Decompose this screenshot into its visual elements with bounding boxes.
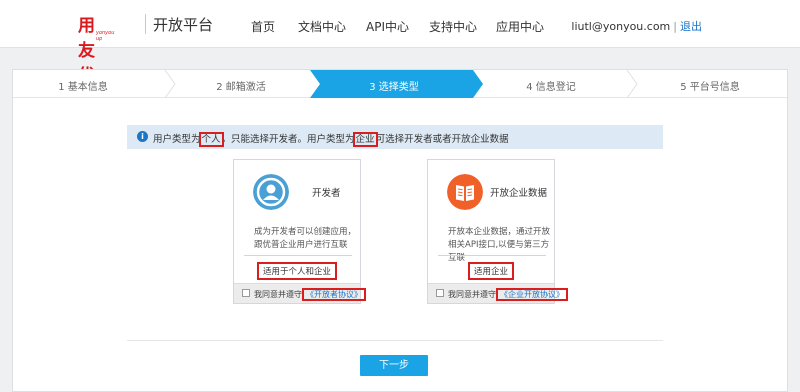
highlight-enterprise: 企业 [352, 132, 378, 147]
step-1: 1 基本信息 [58, 82, 108, 93]
info-text-part2: ，只能选择开发者。用户类型为 [221, 134, 355, 145]
main-panel: 1 基本信息 2 邮箱激活 3 选择类型 4 信息登记 5 平台号信息 i 用户… [12, 69, 788, 392]
book-icon [447, 174, 483, 210]
nav-api[interactable]: API中心 [366, 18, 409, 35]
card-applicability-tag: 适用企业 [467, 262, 515, 280]
logo-divider [145, 14, 146, 34]
step-5: 5 平台号信息 [680, 82, 740, 93]
account-area: liutl@yonyou.com | 退出 [571, 18, 702, 34]
card-title: 开发者 [312, 188, 341, 199]
info-text: 用户类型为个人，只能选择开发者。用户类型为企业可选择开发者或者开放企业数据 [153, 131, 509, 147]
top-header: 用友优普 yonyou up 开放平台 首页 文档中心 API中心 支持中心 应… [0, 0, 800, 111]
developer-agreement-link[interactable]: 《开放者协议》 [302, 288, 366, 301]
nav-apps[interactable]: 应用中心 [496, 18, 544, 35]
nav-docs[interactable]: 文档中心 [298, 18, 346, 35]
enterprise-agreement-link[interactable]: 《企业开放协议》 [496, 288, 568, 301]
card-agreement-row: 我同意并遵守 《企业开放协议》 [428, 283, 568, 303]
footer-divider [127, 340, 663, 341]
card-agreement-row: 我同意并遵守 《开放者协议》 [234, 283, 366, 303]
agree-text: 我同意并遵守 《企业开放协议》 [448, 288, 568, 301]
agree-prefix: 我同意并遵守 [254, 290, 302, 299]
agree-checkbox[interactable] [436, 289, 444, 297]
user-email[interactable]: liutl@yonyou.com [571, 20, 670, 33]
user-icon [253, 174, 289, 210]
info-text-part3: 可选择开发者或者开放企业数据 [375, 134, 509, 145]
card-description: 开放本企业数据，通过开放相关API接口,以便与第三方互联 [448, 227, 551, 263]
logout-link[interactable]: 退出 [680, 20, 702, 33]
agree-text: 我同意并遵守 《开放者协议》 [254, 288, 366, 301]
agree-checkbox[interactable] [242, 289, 250, 297]
card-title: 开放企业数据 [490, 188, 548, 199]
step-2: 2 邮箱激活 [216, 82, 266, 93]
step-progress: 1 基本信息 2 邮箱激活 3 选择类型 4 信息登记 5 平台号信息 [13, 70, 787, 98]
card-divider [438, 255, 546, 256]
platform-title: 开放平台 [153, 16, 214, 34]
nav-home[interactable]: 首页 [251, 18, 275, 35]
logo-subtext: yonyou up [96, 30, 115, 42]
enterprise-data-card[interactable]: 开放企业数据 开放本企业数据，通过开放相关API接口,以便与第三方互联 适用企业… [427, 159, 568, 304]
step-3-active: 3 选择类型 [369, 82, 419, 93]
agree-prefix: 我同意并遵守 [448, 290, 496, 299]
developer-card[interactable]: 开发者 成为开发者可以创建应用，跟优普企业用户进行互联 适用于个人和企业 我同意… [233, 159, 366, 304]
card-description: 成为开发者可以创建应用，跟优普企业用户进行互联 [254, 227, 357, 250]
step-4: 4 信息登记 [526, 82, 576, 93]
card-applicability-tag: 适用于个人和企业 [256, 262, 338, 280]
card-divider [244, 255, 352, 256]
next-step-button[interactable]: 下一步 [360, 355, 428, 376]
info-icon: i [137, 131, 148, 142]
highlight-personal: 个人 [198, 132, 224, 147]
nav-support[interactable]: 支持中心 [429, 18, 477, 35]
info-bar: i 用户类型为个人，只能选择开发者。用户类型为企业可选择开发者或者开放企业数据 [127, 125, 663, 149]
account-separator: | [673, 20, 677, 33]
info-text-part1: 用户类型为 [153, 134, 201, 145]
